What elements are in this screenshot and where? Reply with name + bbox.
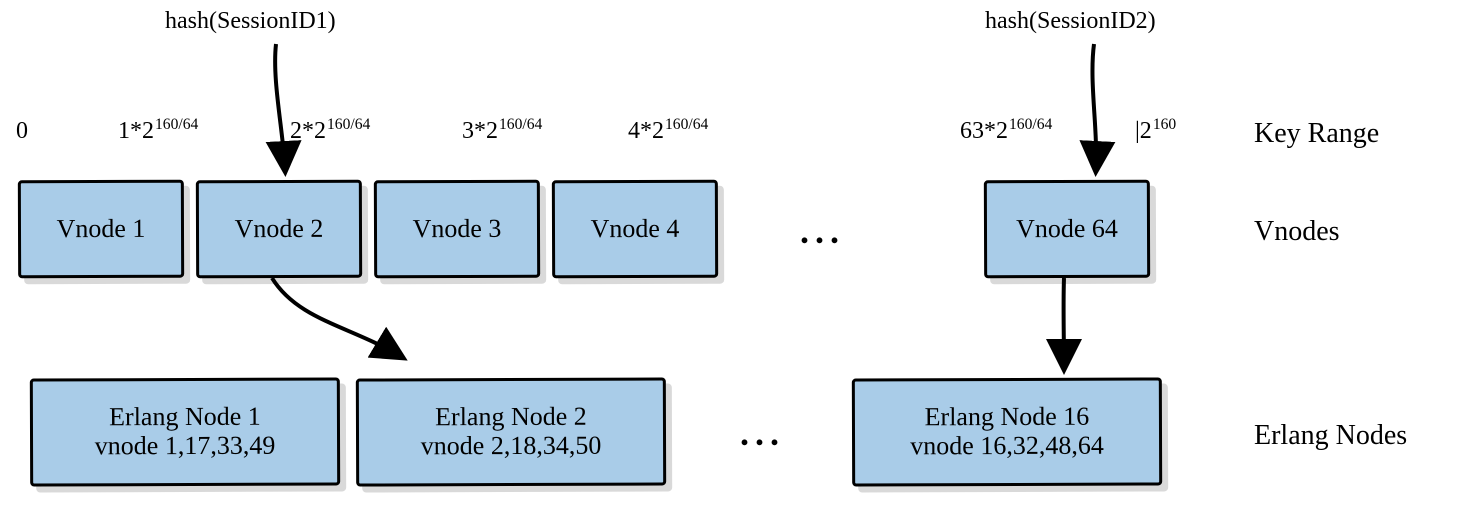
key-tick-3: 3*2160/64 bbox=[462, 118, 542, 144]
diagram-stage: hash(SessionID1) hash(SessionID2) 0 1*21… bbox=[0, 0, 1464, 506]
erlang-node-16: Erlang Node 16 vnode 16,32,48,64 bbox=[852, 377, 1162, 486]
erlang-node-2: Erlang Node 2 vnode 2,18,34,50 bbox=[356, 377, 666, 486]
erlang-node-title: Erlang Node 2 bbox=[435, 403, 587, 432]
arrow-hash2-to-vnode64 bbox=[1092, 44, 1096, 168]
vnode-label: Vnode 4 bbox=[591, 215, 680, 244]
key-tick-1: 1*2160/64 bbox=[118, 118, 198, 144]
vnode-box-3: Vnode 3 bbox=[374, 180, 540, 279]
erlang-node-1: Erlang Node 1 vnode 1,17,33,49 bbox=[30, 377, 340, 486]
erlang-node-title: Erlang Node 16 bbox=[925, 403, 1090, 432]
vnode-box-64: Vnode 64 bbox=[984, 180, 1150, 279]
row-heading-keyrange: Key Range bbox=[1254, 118, 1379, 150]
erlang-node-sub: vnode 16,32,48,64 bbox=[910, 432, 1104, 461]
arrow-hash1-to-vnode2 bbox=[275, 44, 285, 168]
ellipsis-vnodes: ... bbox=[800, 210, 845, 252]
erlang-node-title: Erlang Node 1 bbox=[109, 403, 261, 432]
key-tick-max: |2160 bbox=[1135, 118, 1176, 144]
vnode-box-1: Vnode 1 bbox=[18, 180, 184, 279]
vnode-label: Vnode 64 bbox=[1016, 215, 1118, 244]
key-tick-0: 0 bbox=[16, 118, 28, 144]
row-heading-vnodes: Vnodes bbox=[1254, 216, 1340, 248]
vnode-label: Vnode 3 bbox=[413, 215, 502, 244]
erlang-node-sub: vnode 2,18,34,50 bbox=[421, 432, 602, 461]
key-tick-4: 4*2160/64 bbox=[628, 118, 708, 144]
hash-label-1: hash(SessionID1) bbox=[165, 8, 336, 34]
key-tick-63: 63*2160/64 bbox=[960, 118, 1052, 144]
key-tick-2: 2*2160/64 bbox=[290, 118, 370, 144]
erlang-node-sub: vnode 1,17,33,49 bbox=[95, 432, 276, 461]
vnode-box-2: Vnode 2 bbox=[196, 180, 362, 279]
ellipsis-erlang: ... bbox=[740, 412, 785, 454]
arrow-vnode2-to-erlang2 bbox=[272, 278, 400, 356]
vnode-box-4: Vnode 4 bbox=[552, 180, 718, 279]
vnode-label: Vnode 2 bbox=[235, 215, 324, 244]
vnode-label: Vnode 1 bbox=[57, 215, 146, 244]
row-heading-erlang: Erlang Nodes bbox=[1254, 420, 1407, 452]
hash-label-2: hash(SessionID2) bbox=[985, 8, 1156, 34]
